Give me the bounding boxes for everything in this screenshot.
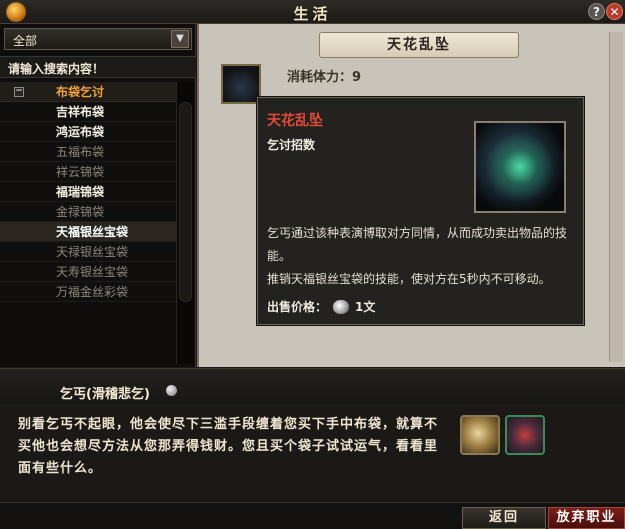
bottom-bar: 返回 放弃职业 (0, 502, 625, 529)
list-item[interactable]: 天禄银丝宝袋 (0, 242, 178, 262)
item-slot-coin-bag[interactable] (460, 415, 500, 455)
back-button[interactable]: 返回 (462, 507, 546, 529)
price-value: 1文 (355, 300, 376, 314)
item-slot-bag[interactable] (505, 415, 545, 455)
list-item[interactable]: 天福银丝宝袋 (0, 222, 178, 242)
category-header[interactable]: − 布袋乞讨 (0, 82, 178, 102)
chevron-down-icon[interactable]: ▼ (171, 30, 189, 48)
recipe-title: 天花乱坠 (319, 32, 519, 58)
tooltip-type: 乞讨招数 (267, 138, 316, 152)
filter-dropdown-value: 全部 (13, 34, 38, 48)
tooltip-description: 乞丐通过该种表演博取对方同情，从而成功卖出物品的技能。 推销天福银丝宝袋的技能，… (267, 222, 572, 291)
collapse-icon[interactable]: − (14, 87, 24, 97)
scrollbar-thumb[interactable] (179, 102, 192, 302)
list-item[interactable]: 万福金丝彩袋 (0, 282, 178, 302)
tooltip-desc-1: 乞丐通过该种表演博取对方同情，从而成功卖出物品的技能。 (267, 226, 568, 263)
help-icon[interactable]: ? (588, 3, 605, 20)
list-scrollbar[interactable] (176, 82, 194, 364)
window-title: 生活 (293, 5, 332, 23)
category-list: − 布袋乞讨 吉祥布袋 鸿运布袋 五福布袋 祥云锦袋 福瑞锦袋 金禄锦袋 天福银丝宝袋 天禄银… (0, 82, 178, 302)
detail-scrollbar[interactable] (609, 32, 623, 362)
stamina-cost: 消耗体力：9 (287, 70, 362, 85)
sell-price: 出售价格： 1文 (267, 298, 375, 315)
quit-job-button[interactable]: 放弃职业 (548, 507, 625, 529)
tooltip-title: 天花乱坠 (267, 113, 323, 129)
list-item[interactable]: 五福布袋 (0, 142, 178, 162)
title-bar: 生活 ? ✕ (0, 0, 625, 24)
coin-icon (333, 300, 350, 314)
list-item[interactable]: 鸿运布袋 (0, 122, 178, 142)
price-label: 出售价格： (267, 300, 328, 314)
skill-icon[interactable] (221, 64, 261, 104)
npc-dialog-text: 别看乞丐不起眼，他会使尽下三滥手段缠着您买下手中布袋，就算不买他也会想尽方法从您… (18, 417, 439, 476)
search-input[interactable]: 请输入搜索内容！ (0, 56, 196, 78)
list-item[interactable]: 祥云锦袋 (0, 162, 178, 182)
npc-name: 乞丐(滑稽悲乞) (60, 387, 150, 402)
close-icon[interactable]: ✕ (606, 3, 623, 20)
category-label: 布袋乞讨 (56, 85, 105, 99)
list-item[interactable]: 吉祥布袋 (0, 102, 178, 122)
skill-list-panel: 全部 ▼ 请输入搜索内容！ − 布袋乞讨 吉祥布袋 鸿运布袋 五福布袋 祥云锦袋 福瑞锦… (0, 24, 196, 367)
skill-portrait (474, 121, 566, 213)
skill-tooltip: 天花乱坠 乞讨招数 乞丐通过该种表演博取对方同情，从而成功卖出物品的技能。 推销… (257, 97, 584, 325)
tooltip-desc-2: 推销天福银丝宝袋的技能，使对方在5秒内不可移动。 (267, 272, 551, 286)
list-item[interactable]: 金禄锦袋 (0, 202, 178, 222)
npc-header: 乞丐(滑稽悲乞) (0, 368, 625, 404)
filter-dropdown[interactable]: 全部 ▼ (4, 28, 192, 50)
list-item[interactable]: 福瑞锦袋 (0, 182, 178, 202)
npc-status-icon (166, 385, 177, 396)
list-item[interactable]: 天寿银丝宝袋 (0, 262, 178, 282)
